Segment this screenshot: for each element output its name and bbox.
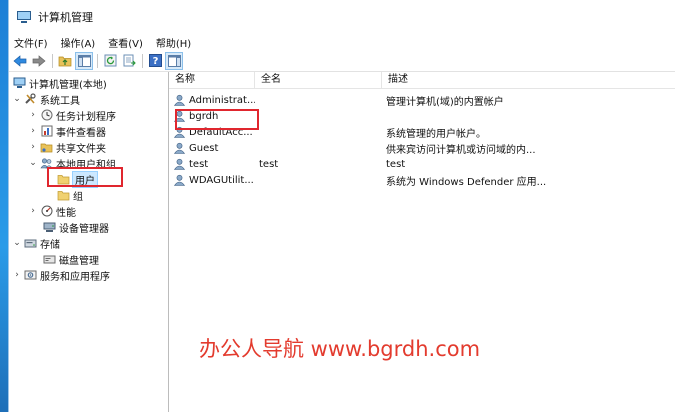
chevron-right-icon[interactable]: ›: [12, 270, 22, 280]
name-cell: test: [169, 158, 255, 170]
back-arrow-icon[interactable]: [12, 53, 28, 69]
highlight-box-users: [47, 167, 123, 187]
tree-item-performance[interactable]: › 性能: [9, 203, 168, 219]
chevron-right-icon[interactable]: ›: [28, 142, 38, 152]
user-name: WDAGUtilit...: [189, 174, 254, 186]
tree-item-shared-folders[interactable]: › 共享文件夹: [9, 139, 168, 155]
menu-bar: 文件(F) 操作(A) 查看(V) 帮助(H): [9, 34, 675, 50]
table-row[interactable]: Administrat... 管理计算机(域)的内置帐户: [169, 92, 675, 108]
name-cell: WDAGUtilit...: [169, 174, 255, 186]
folder-icon: [57, 189, 70, 201]
list-rows: Administrat... 管理计算机(域)的内置帐户 bgrdh DefaultA…: [169, 89, 675, 188]
svg-text:?: ?: [152, 56, 158, 67]
menu-help[interactable]: 帮助(H): [156, 35, 191, 50]
menu-file[interactable]: 文件(F): [14, 35, 48, 50]
column-header-name[interactable]: 名称: [169, 72, 255, 88]
tree-label: 磁盘管理: [59, 255, 99, 267]
highlight-box-bgrdh: [175, 109, 259, 130]
tree-item-task-scheduler[interactable]: › 任务计划程序: [9, 107, 168, 123]
up-folder-icon[interactable]: [57, 53, 73, 69]
description-cell: 管理计算机(域)的内置帐户: [386, 96, 504, 108]
disk-management-icon: [43, 253, 56, 265]
toolbar-separator: [142, 53, 143, 68]
tree-item-disk-management[interactable]: 磁盘管理: [9, 251, 168, 267]
description-cell: test: [386, 158, 406, 170]
fullname-cell: test: [259, 158, 279, 170]
chevron-down-icon[interactable]: ⌄: [12, 238, 22, 248]
tree-label: 计算机管理(本地): [29, 79, 107, 91]
tree-item-services-apps[interactable]: › 服务和应用程序: [9, 267, 168, 283]
menu-view[interactable]: 查看(V): [108, 35, 143, 50]
tree-label: 设备管理器: [59, 223, 109, 235]
toolbar-separator: [52, 53, 53, 68]
user-icon: [173, 94, 189, 106]
window-title: 计算机管理: [38, 11, 93, 24]
chevron-down-icon[interactable]: ⌄: [28, 158, 38, 168]
user-name: test: [189, 158, 209, 170]
forward-arrow-icon[interactable]: [31, 53, 47, 69]
tree-label: 服务和应用程序: [40, 271, 110, 283]
tree-label: 事件查看器: [56, 127, 106, 139]
user-icon: [173, 174, 189, 186]
computer-management-icon: [13, 77, 26, 89]
column-header-fullname[interactable]: 全名: [255, 72, 382, 88]
performance-icon: [40, 205, 53, 217]
event-viewer-icon: [40, 125, 53, 137]
watermark-text: 办公人导航 www.bgrdh.com: [199, 337, 481, 361]
shared-folder-icon: [40, 141, 53, 153]
help-icon[interactable]: ?: [147, 53, 163, 69]
tree-label: 性能: [56, 207, 76, 219]
chevron-right-icon[interactable]: ›: [28, 206, 38, 216]
list-header: 名称 全名 描述: [169, 72, 675, 89]
user-name: Administrat...: [189, 94, 255, 106]
user-name: Guest: [189, 142, 219, 154]
tools-icon: [24, 93, 37, 105]
export-list-icon[interactable]: [121, 53, 137, 69]
properties-icon[interactable]: [165, 51, 183, 70]
toolbar: ?: [9, 50, 675, 72]
chevron-right-icon[interactable]: ›: [28, 126, 38, 136]
description-cell: 系统管理的用户帐户。: [386, 128, 486, 140]
computer-management-icon: [17, 10, 31, 24]
tree-item-groups[interactable]: 组: [9, 187, 168, 203]
tree-item-event-viewer[interactable]: › 事件查看器: [9, 123, 168, 139]
table-row[interactable]: WDAGUtilit... 系统为 Windows Defender 应用...: [169, 172, 675, 188]
toolbar-separator: [97, 53, 98, 68]
tree-label: 组: [73, 191, 83, 203]
tree-label: 共享文件夹: [56, 143, 106, 155]
navigation-tree: 计算机管理(本地) ⌄ 系统工具 › 任务计划程序 › 事件查看器 › 共享文件…: [9, 72, 169, 412]
show-tree-icon[interactable]: [75, 51, 93, 70]
tree-label: 任务计划程序: [56, 111, 116, 123]
table-row[interactable]: Guest 供来宾访问计算机或访问域的内...: [169, 140, 675, 156]
name-cell: Administrat...: [169, 94, 255, 106]
description-cell: 系统为 Windows Defender 应用...: [386, 176, 547, 188]
menu-action[interactable]: 操作(A): [61, 35, 96, 50]
tree-label: 系统工具: [40, 95, 80, 107]
storage-icon: [24, 237, 37, 249]
tree-item-storage[interactable]: ⌄ 存储: [9, 235, 168, 251]
column-header-description[interactable]: 描述: [382, 72, 622, 88]
chevron-down-icon[interactable]: ⌄: [12, 94, 22, 104]
computer-management-window: 计算机管理 文件(F) 操作(A) 查看(V) 帮助(H) ? 计算机管理(本地…: [8, 0, 675, 412]
tree-item-computer-management[interactable]: 计算机管理(本地): [9, 75, 168, 91]
tree-item-device-manager[interactable]: 设备管理器: [9, 219, 168, 235]
description-cell: 供来宾访问计算机或访问域的内...: [386, 144, 536, 156]
title-bar: 计算机管理: [9, 0, 675, 34]
desktop-background-strip: [0, 0, 8, 412]
user-icon: [173, 158, 189, 170]
clock-icon: [40, 109, 53, 121]
tree-item-system-tools[interactable]: ⌄ 系统工具: [9, 91, 168, 107]
user-icon: [173, 142, 189, 154]
table-row[interactable]: test test test: [169, 156, 675, 172]
services-icon: [24, 269, 37, 281]
device-manager-icon: [43, 221, 56, 233]
name-cell: Guest: [169, 142, 255, 154]
tree-label: 存储: [40, 239, 60, 251]
refresh-icon[interactable]: [102, 53, 118, 69]
chevron-right-icon[interactable]: ›: [28, 110, 38, 120]
